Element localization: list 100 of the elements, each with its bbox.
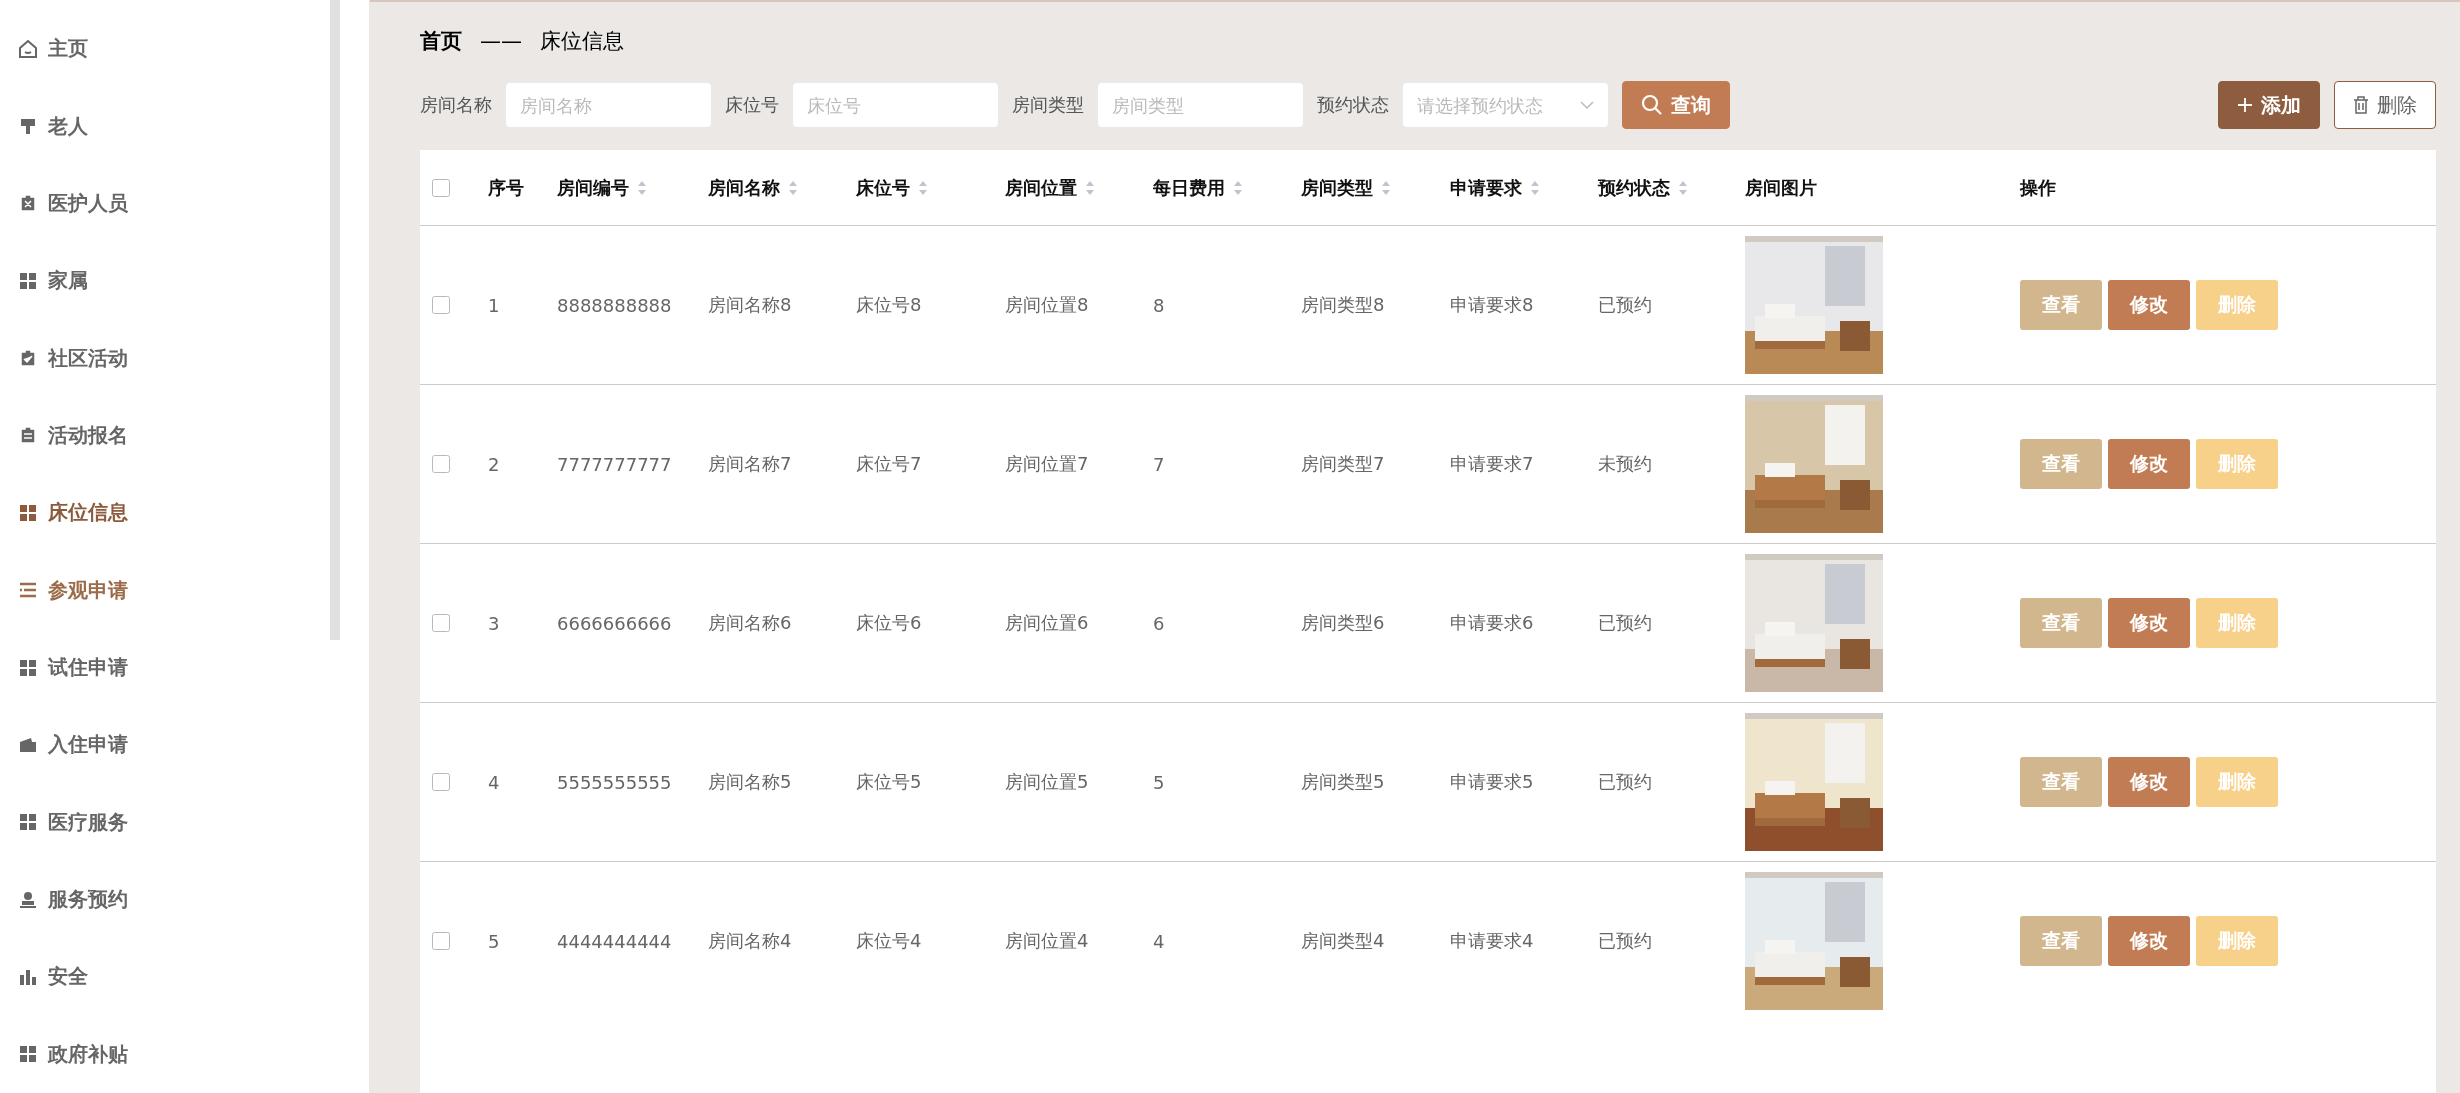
column-header: 房间图片	[1745, 175, 1817, 200]
table-cell: 床位号6	[856, 612, 922, 633]
table-cell: 房间名称5	[708, 771, 792, 792]
column-header[interactable]: 每日费用	[1153, 175, 1225, 200]
sidebar-icon	[18, 967, 38, 987]
row-checkbox[interactable]	[432, 932, 450, 950]
row-checkbox[interactable]	[432, 614, 450, 632]
column-header[interactable]: 房间编号	[557, 175, 629, 200]
sidebar-icon	[18, 1044, 38, 1065]
sidebar-item[interactable]: 活动报名	[18, 396, 330, 475]
column-header[interactable]: 床位号	[856, 175, 910, 200]
delete-button[interactable]: 删除	[2334, 81, 2436, 129]
table-cell: 8	[1153, 294, 1165, 316]
plus-icon	[2237, 97, 2253, 113]
table-cell: 8888888888	[557, 294, 672, 316]
input-field[interactable]: 床位号	[793, 83, 998, 127]
search-button[interactable]: 查询	[1622, 81, 1730, 129]
edit-button[interactable]: 修改	[2108, 757, 2190, 807]
edit-button[interactable]: 修改	[2108, 439, 2190, 489]
column-header[interactable]: 房间类型	[1301, 175, 1373, 200]
sidebar-item[interactable]: 入住申请	[18, 706, 330, 784]
sidebar-item[interactable]: 主页	[18, 10, 330, 88]
column-header[interactable]: 预约状态	[1598, 175, 1670, 200]
sidebar-item[interactable]: 医护人员	[18, 164, 330, 243]
table-cell: 房间类型4	[1301, 930, 1385, 951]
table-cell: 房间类型5	[1301, 771, 1385, 792]
table-cell: 房间位置7	[1005, 453, 1089, 474]
table-cell: 6666666666	[557, 612, 672, 634]
column-header[interactable]: 房间名称	[708, 175, 780, 200]
table-cell: 3	[488, 612, 500, 634]
sidebar-item[interactable]: 安全	[18, 938, 330, 1016]
table-cell: 6	[1153, 612, 1165, 634]
status-select[interactable]: 请选择预约状态	[1403, 83, 1608, 127]
table-cell: 房间名称7	[708, 453, 792, 474]
table-cell: 7	[1153, 453, 1165, 475]
filter-label: 床位号	[725, 93, 779, 117]
table-cell: 申请要求7	[1450, 453, 1534, 474]
filter-label: 房间名称	[420, 93, 492, 117]
sort-icon[interactable]	[1085, 179, 1095, 196]
sidebar-icon	[18, 193, 38, 214]
table-cell: 房间类型8	[1301, 294, 1385, 315]
row-checkbox[interactable]	[432, 773, 450, 791]
input-field[interactable]: 房间类型	[1098, 83, 1303, 127]
table-cell: 2	[488, 453, 500, 475]
sidebar-item[interactable]: 家属	[18, 242, 330, 320]
breadcrumb-home[interactable]: 首页	[420, 27, 462, 55]
table-cell: 已预约	[1598, 771, 1652, 792]
table-cell: 床位号8	[856, 294, 922, 315]
sidebar-icon	[18, 270, 38, 291]
sort-icon[interactable]	[788, 179, 798, 196]
table-cell: 房间名称6	[708, 612, 792, 633]
sidebar-item[interactable]: 试住申请	[18, 628, 330, 707]
table-cell: 4	[488, 771, 500, 793]
table-cell: 5	[1153, 771, 1165, 793]
column-header[interactable]: 申请要求	[1450, 175, 1522, 200]
trash-icon	[2353, 96, 2369, 114]
sidebar-item[interactable]: 社区活动	[18, 319, 330, 397]
sidebar-item[interactable]: 政府补贴	[18, 1015, 330, 1093]
sidebar-item[interactable]: 服务预约	[18, 860, 330, 939]
sort-icon[interactable]	[1381, 179, 1391, 196]
edit-button[interactable]: 修改	[2108, 598, 2190, 648]
sort-icon[interactable]	[1678, 179, 1688, 196]
add-button[interactable]: 添加	[2218, 81, 2320, 129]
sort-icon[interactable]	[1233, 179, 1243, 196]
column-header[interactable]: 房间位置	[1005, 175, 1077, 200]
breadcrumb-current: 床位信息	[540, 28, 624, 55]
table-cell: 5555555555	[557, 771, 672, 793]
table-cell: 申请要求6	[1450, 612, 1534, 633]
input-field[interactable]: 房间名称	[506, 83, 711, 127]
scrollbar-thumb[interactable]	[330, 0, 340, 640]
sidebar-item[interactable]: 床位信息	[18, 474, 330, 552]
row-checkbox[interactable]	[432, 296, 450, 314]
table-cell: 4444444444	[557, 930, 672, 952]
chevron-down-icon	[1580, 100, 1594, 110]
sort-icon[interactable]	[918, 179, 928, 196]
edit-button[interactable]: 修改	[2108, 916, 2190, 966]
sort-icon[interactable]	[1530, 179, 1540, 196]
table-cell: 房间类型6	[1301, 612, 1385, 633]
sidebar-item[interactable]: 医疗服务	[18, 783, 330, 861]
filter-label: 房间类型	[1012, 93, 1084, 117]
table-cell: 已预约	[1598, 612, 1652, 633]
table-cell: 房间位置4	[1005, 930, 1089, 951]
sidebar-icon	[18, 657, 38, 678]
table-cell: 未预约	[1598, 453, 1652, 474]
table-cell: 7777777777	[557, 453, 672, 475]
select-all-checkbox[interactable]	[432, 178, 450, 197]
table-cell: 申请要求4	[1450, 930, 1534, 951]
table-cell: 床位号7	[856, 453, 922, 474]
sidebar-icon	[18, 348, 38, 369]
sidebar-item[interactable]: 老人	[18, 87, 330, 165]
table-cell: 床位号4	[856, 930, 922, 951]
search-icon	[1641, 94, 1663, 116]
sort-icon[interactable]	[637, 179, 647, 196]
table-cell: 房间位置6	[1005, 612, 1089, 633]
row-checkbox[interactable]	[432, 455, 450, 473]
edit-button[interactable]: 修改	[2108, 280, 2190, 330]
table-cell: 申请要求5	[1450, 771, 1534, 792]
table-cell: 已预约	[1598, 930, 1652, 951]
table-cell: 5	[488, 930, 500, 952]
sidebar-item[interactable]: 参观申请	[18, 551, 330, 629]
